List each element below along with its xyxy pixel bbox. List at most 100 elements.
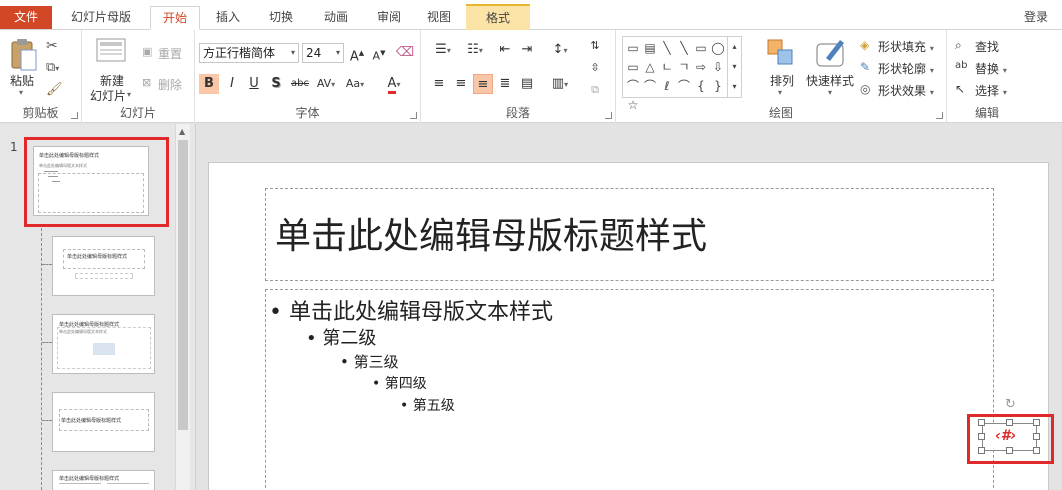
italic-button[interactable]: I bbox=[222, 74, 242, 94]
shape-option[interactable]: ▭ bbox=[693, 39, 709, 57]
shapes-gallery[interactable]: ▭ ▤ ╲ ╲ ▭ ◯ ▭ △ ㄴㄱ ⇨ ⇩ ⌒ ⌒ ℓ ⌒{} ☆ ▴ ▾ ▾ bbox=[622, 36, 742, 112]
align-right-icon[interactable]: ≡ bbox=[473, 74, 493, 94]
smartart-icon[interactable]: ⧉ bbox=[585, 80, 605, 100]
shape-option[interactable]: ◯ bbox=[710, 39, 726, 57]
login-link[interactable]: 登录 bbox=[1024, 8, 1048, 25]
align-center-icon[interactable]: ≡ bbox=[451, 74, 471, 94]
delete-button[interactable]: 删除 bbox=[158, 76, 182, 93]
shape-option[interactable]: ▭ bbox=[625, 58, 641, 76]
thumbnail-scrollbar[interactable]: ▲ bbox=[175, 124, 190, 490]
select-button[interactable]: 选择 ▾ bbox=[975, 82, 1007, 99]
underline-button[interactable]: U bbox=[244, 74, 264, 94]
layout-thumbnail-4[interactable]: 单击此处编辑母版标题样式 bbox=[52, 470, 155, 490]
reset-button[interactable]: 重置 bbox=[158, 45, 182, 62]
scroll-up-icon[interactable]: ▲ bbox=[179, 127, 185, 136]
change-case-button[interactable]: Aa▾ bbox=[342, 74, 368, 94]
body-level-3[interactable]: • 第三级 bbox=[340, 351, 399, 372]
new-slide-button[interactable] bbox=[96, 38, 128, 69]
tab-slide-master[interactable]: 幻灯片母版 bbox=[60, 6, 142, 30]
shape-option[interactable]: { bbox=[693, 77, 709, 95]
bold-button[interactable]: B bbox=[199, 74, 219, 94]
align-text-icon[interactable]: ⇳ bbox=[585, 58, 605, 78]
layout-thumbnail-3[interactable]: 单击此处编辑母版标题样式 bbox=[52, 392, 155, 452]
find-button[interactable]: 查找 bbox=[975, 38, 999, 55]
editing-group-label: 编辑 bbox=[974, 106, 999, 120]
tab-review[interactable]: 审阅 bbox=[366, 6, 412, 30]
tab-transitions[interactable]: 切换 bbox=[256, 6, 306, 30]
tab-home[interactable]: 开始 bbox=[150, 6, 200, 30]
shape-outline-button[interactable]: 形状轮廓 ▾ bbox=[878, 60, 934, 77]
shape-option[interactable]: ㄴ bbox=[659, 58, 675, 76]
shape-option[interactable]: △ bbox=[642, 58, 658, 76]
tab-animations[interactable]: 动画 bbox=[311, 6, 361, 30]
tab-view[interactable]: 视图 bbox=[416, 6, 462, 30]
shape-option[interactable]: ⌒ bbox=[642, 77, 658, 95]
body-level-1[interactable]: • 单击此处编辑母版文本样式 bbox=[269, 294, 553, 326]
drawing-launcher-icon[interactable] bbox=[936, 112, 943, 119]
tab-format[interactable]: 格式 bbox=[466, 4, 530, 30]
cut-icon[interactable]: ✂ bbox=[46, 38, 58, 54]
shape-option[interactable]: ⇨ bbox=[693, 58, 709, 76]
arrange-button[interactable]: 排列 bbox=[770, 72, 794, 89]
shape-option[interactable]: } bbox=[710, 77, 726, 95]
shrink-font-button[interactable]: A▼ bbox=[369, 43, 389, 63]
new-slide-dropdown-icon[interactable]: ▾ bbox=[127, 90, 131, 99]
strikethrough-button[interactable]: abc bbox=[288, 74, 312, 94]
text-shadow-button[interactable]: S bbox=[266, 74, 286, 94]
decrease-indent-icon[interactable]: ⇤ bbox=[495, 40, 515, 60]
shape-option[interactable]: ℓ bbox=[659, 77, 675, 95]
columns-icon[interactable]: ▥▾ bbox=[547, 74, 573, 94]
clipboard-launcher-icon[interactable] bbox=[71, 112, 78, 119]
grow-font-button[interactable]: A▲ bbox=[347, 43, 367, 64]
numbering-icon[interactable]: ☷▾ bbox=[461, 40, 489, 60]
layout-thumbnail-2[interactable]: 单击此处编辑母版标题样式 单击此处编辑母版文本样式 bbox=[52, 314, 155, 374]
shape-option[interactable]: ⇩ bbox=[710, 58, 726, 76]
arrange-icon[interactable] bbox=[766, 38, 794, 69]
tab-insert[interactable]: 插入 bbox=[205, 6, 251, 30]
shape-option[interactable]: ▤ bbox=[642, 39, 658, 57]
copy-icon[interactable]: ⧉▾ bbox=[46, 60, 59, 75]
font-launcher-icon[interactable] bbox=[410, 112, 417, 119]
layout-connector bbox=[41, 228, 42, 490]
increase-indent-icon[interactable]: ⇥ bbox=[517, 40, 537, 60]
title-placeholder[interactable]: 单击此处编辑母版标题样式 bbox=[265, 188, 994, 281]
paste-button[interactable] bbox=[8, 38, 38, 74]
format-painter-icon[interactable]: 🖌 bbox=[46, 82, 63, 97]
clear-formatting-icon[interactable]: ⌫ bbox=[395, 43, 415, 63]
paragraph-launcher-icon[interactable] bbox=[605, 112, 612, 119]
shape-option[interactable]: ⌒ bbox=[625, 77, 641, 95]
char-spacing-button[interactable]: AV▾ bbox=[314, 74, 338, 94]
shape-effects-button[interactable]: 形状效果 ▾ bbox=[878, 82, 934, 99]
quick-styles-button[interactable]: 快速样式 bbox=[806, 72, 854, 89]
body-level-4[interactable]: • 第四级 bbox=[372, 373, 427, 393]
gallery-scroll[interactable]: ▴ ▾ ▾ bbox=[727, 37, 741, 97]
font-size-select[interactable]: 24 ▾ bbox=[302, 43, 344, 63]
rotate-handle-icon[interactable]: ↻ bbox=[1005, 397, 1016, 412]
paste-dropdown-icon[interactable]: ▾ bbox=[19, 88, 23, 97]
body-placeholder[interactable]: • 单击此处编辑母版文本样式 • 第二级 • 第三级 • 第四级 • 第五级 bbox=[265, 289, 994, 490]
replace-button[interactable]: 替换 ▾ bbox=[975, 60, 1007, 77]
shape-option[interactable]: ㄱ bbox=[676, 58, 692, 76]
font-color-button[interactable]: A▾ bbox=[381, 74, 407, 94]
shape-option[interactable]: ⌒ bbox=[676, 77, 692, 95]
title-text[interactable]: 单击此处编辑母版标题样式 bbox=[275, 207, 707, 259]
arrange-dropdown-icon[interactable]: ▾ bbox=[778, 88, 782, 97]
body-level-5[interactable]: • 第五级 bbox=[400, 395, 455, 415]
quick-styles-dropdown-icon[interactable]: ▾ bbox=[828, 88, 832, 97]
bullets-icon[interactable]: ☰▾ bbox=[429, 40, 457, 60]
shape-option[interactable]: ╲ bbox=[659, 39, 675, 57]
shape-fill-button[interactable]: 形状填充 ▾ bbox=[878, 38, 934, 55]
text-direction-icon[interactable]: ⇅ bbox=[585, 36, 605, 56]
align-left-icon[interactable]: ≡ bbox=[429, 74, 449, 94]
distributed-icon[interactable]: ▤ bbox=[517, 74, 537, 94]
font-family-select[interactable]: 方正行楷简体 ▾ bbox=[199, 43, 299, 63]
shape-option[interactable]: ╲ bbox=[676, 39, 692, 57]
scroll-thumb[interactable] bbox=[178, 140, 188, 430]
line-spacing-icon[interactable]: ↕▾ bbox=[547, 40, 573, 60]
body-level-2[interactable]: • 第二级 bbox=[306, 324, 376, 350]
tab-file[interactable]: 文件 bbox=[0, 6, 52, 29]
quick-styles-icon[interactable] bbox=[814, 36, 848, 73]
justify-icon[interactable]: ≣ bbox=[495, 74, 515, 94]
shape-option[interactable]: ▭ bbox=[625, 39, 641, 57]
layout-thumbnail-1[interactable]: 单击此处编辑母版标题样式 bbox=[52, 236, 155, 296]
